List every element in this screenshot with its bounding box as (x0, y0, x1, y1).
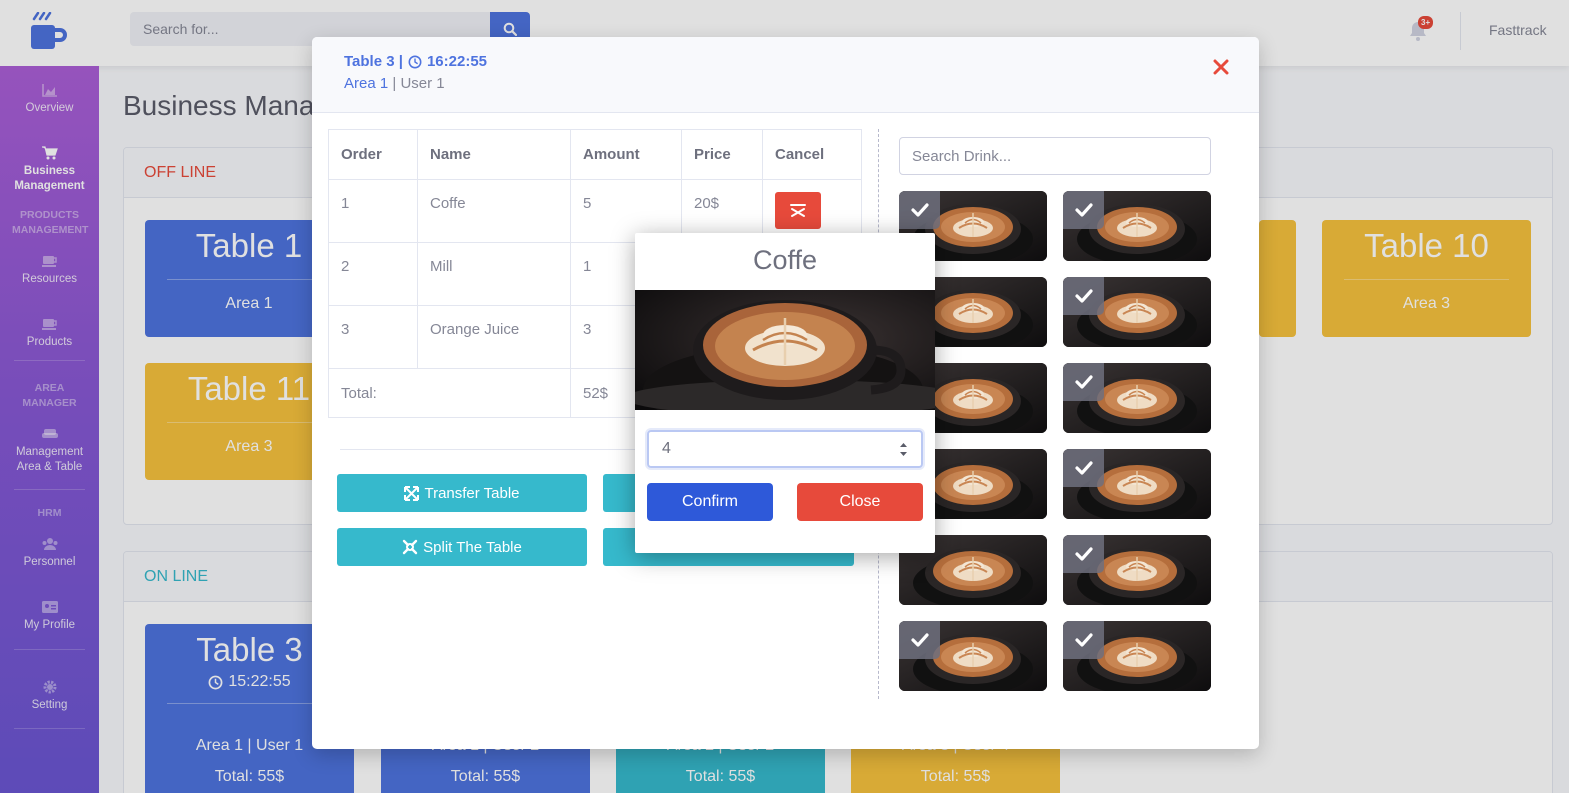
cell-name: Coffe (417, 179, 571, 243)
check-badge (1063, 363, 1104, 401)
table-header-row: Order Name Amount Price Cancel (328, 129, 862, 180)
check-icon (1074, 461, 1093, 475)
check-icon (910, 203, 929, 217)
drink-card[interactable] (1063, 621, 1211, 691)
cancel-icon (790, 204, 806, 217)
column-header: Price (681, 129, 763, 180)
modal-user: User 1 (400, 75, 445, 92)
drink-card[interactable] (1063, 277, 1211, 347)
check-badge (899, 191, 940, 229)
expand-icon (404, 485, 420, 501)
popup-title: Coffe (752, 245, 818, 275)
coffee-image (635, 290, 935, 410)
cell-order: 3 (328, 305, 418, 369)
cancel-item-button[interactable] (775, 192, 821, 229)
cell-order: 1 (328, 179, 418, 243)
button-label: Transfer Table (424, 484, 520, 502)
modal-table-name: Table 3 | (344, 53, 403, 70)
modal-title: Table 3 | 16:22:55 (344, 53, 487, 70)
check-icon (1074, 289, 1093, 303)
check-icon (1074, 633, 1093, 647)
check-badge (1063, 277, 1104, 315)
check-badge (1063, 449, 1104, 487)
drink-card[interactable] (1063, 535, 1211, 605)
check-badge (1063, 191, 1104, 229)
modal-time: 16:22:55 (426, 53, 487, 70)
check-icon (910, 633, 929, 647)
close-icon[interactable] (1213, 59, 1229, 75)
total-label: Total: (328, 368, 571, 418)
check-badge (1063, 621, 1104, 659)
split-table-button[interactable]: Split The Table (337, 528, 587, 566)
column-header: Name (417, 129, 571, 180)
drink-card[interactable] (1063, 363, 1211, 433)
quantity-input[interactable]: 4 (647, 430, 923, 468)
drink-card[interactable] (1063, 449, 1211, 519)
button-label: Split The Table (423, 538, 522, 556)
check-badge (1063, 535, 1104, 573)
check-icon (1074, 203, 1093, 217)
confirm-button[interactable]: Confirm (647, 483, 773, 521)
modal-area: Area 1 (344, 75, 389, 92)
drink-card[interactable] (1063, 191, 1211, 261)
clock-icon (408, 55, 422, 68)
check-badge (899, 621, 940, 659)
column-header: Order (328, 129, 418, 180)
close-button[interactable]: Close (797, 483, 923, 521)
modal-subtitle: Area 1 | User 1 (344, 75, 445, 92)
column-header: Cancel (762, 129, 862, 180)
drink-card[interactable] (899, 621, 1047, 691)
stepper-icon[interactable] (899, 441, 908, 458)
column-header: Amount (570, 129, 682, 180)
cell-name: Orange Juice (417, 305, 571, 369)
cell-name: Mill (417, 242, 571, 306)
modal-separator: | (388, 75, 401, 92)
quantity-popup: Coffe 4 Confirm Close (635, 233, 935, 553)
transfer-table-button[interactable]: Transfer Table (337, 474, 587, 512)
split-icon (402, 539, 418, 555)
modal-header: Table 3 | 16:22:55 Area 1 | User 1 (312, 37, 1259, 113)
check-icon (1074, 375, 1093, 389)
quantity-value: 4 (662, 440, 671, 457)
check-icon (1074, 547, 1093, 561)
cell-order: 2 (328, 242, 418, 306)
drink-search-input[interactable] (899, 137, 1211, 175)
